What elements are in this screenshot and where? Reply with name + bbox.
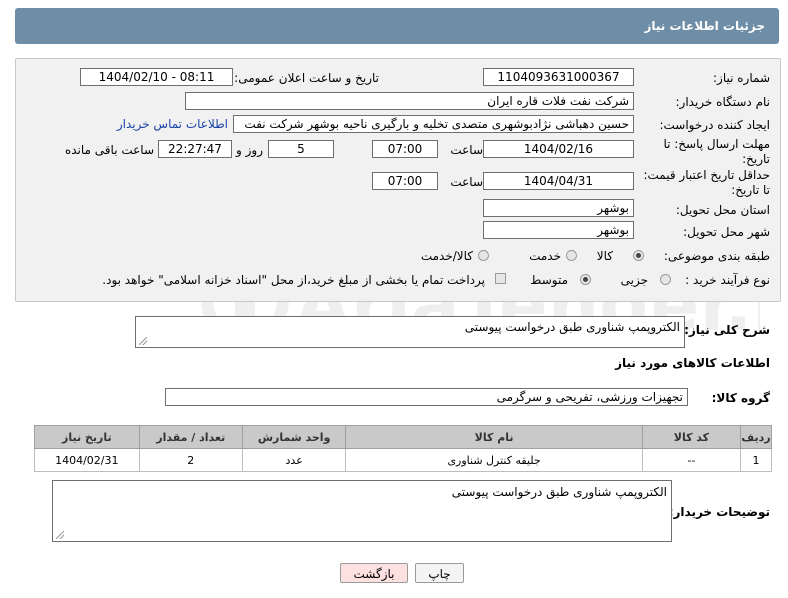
price-validity-time-label: ساعت [450, 175, 483, 189]
col-need-date: تاریخ نیاز [34, 425, 140, 449]
remaining-days-label: روز و [236, 143, 263, 157]
price-validity-time-field: 07:00 [372, 172, 438, 190]
goods-group-field: تجهیزات ورزشی، تفریحی و سرگرمی [165, 388, 688, 406]
remaining-time-label: ساعت باقی مانده [64, 143, 154, 157]
price-validity-label-2: تا تاریخ: [731, 183, 770, 197]
category-label: طبقه بندی موضوعی: [663, 249, 770, 263]
cell-need-date: 1404/02/31 [34, 448, 140, 472]
announce-datetime-field: 1404/02/10 - 08:11 [80, 68, 233, 86]
cell-item-code: -- [641, 448, 742, 472]
resize-grip-icon[interactable] [56, 531, 64, 539]
category-service-label: خدمت [529, 249, 561, 263]
cell-unit: عدد [241, 448, 347, 472]
remaining-days-field: 5 [268, 140, 334, 158]
reply-deadline-label: مهلت ارسال پاسخ: تا [663, 137, 770, 151]
goods-section-title: اطلاعات کالاهای مورد نیاز [615, 356, 770, 370]
cell-item-name: جلیقه کنترل شناوری [345, 448, 643, 472]
process-minor-radio[interactable] [660, 274, 671, 285]
process-medium-label: متوسط [530, 273, 568, 287]
treasury-payment-note: پرداخت تمام یا بخشی از مبلغ خرید،از محل … [102, 273, 485, 287]
cell-row-number: 1 [740, 448, 772, 472]
col-row-number: ردیف [740, 425, 772, 449]
category-goods-label: کالا [596, 249, 613, 263]
buyer-org-label: نام دستگاه خریدار: [675, 95, 771, 109]
goods-table: ردیف کد کالا نام کالا واحد شمارش تعداد /… [34, 425, 772, 472]
treasury-payment-checkbox[interactable] [495, 273, 506, 284]
reply-deadline-time-field: 07:00 [372, 140, 438, 158]
category-goods-radio[interactable] [633, 250, 644, 261]
page-title: جزئیات اطلاعات نیاز [644, 19, 765, 33]
process-minor-label: جزیی [620, 273, 648, 287]
goods-group-label: گروه کالا: [711, 391, 770, 405]
description-textarea[interactable]: الکتروپمپ شناوری طبق درخواست پیوستی [135, 316, 685, 348]
category-goods-service-radio[interactable] [478, 250, 489, 261]
cell-quantity: 2 [138, 448, 243, 472]
print-button[interactable]: چاپ [415, 563, 464, 583]
price-validity-date-field: 1404/04/31 [483, 172, 634, 190]
page-header: جزئیات اطلاعات نیاز [15, 8, 779, 44]
resize-grip-icon[interactable] [139, 337, 147, 345]
col-item-code: کد کالا [641, 425, 742, 449]
col-quantity: تعداد / مقدار [138, 425, 243, 449]
table-row: 1 -- جلیقه کنترل شناوری عدد 2 1404/02/31 [34, 448, 772, 472]
back-button[interactable]: بازگشت [340, 563, 408, 583]
remaining-time-field: 22:27:47 [158, 140, 232, 158]
requester-field: حسین دهباشی نژادبوشهری متصدی تخلیه و بار… [233, 115, 634, 133]
process-type-label: نوع فرآیند خرید : [685, 273, 770, 287]
process-medium-radio[interactable] [580, 274, 591, 285]
reply-deadline-time-label: ساعت [450, 143, 483, 157]
description-text: الکتروپمپ شناوری طبق درخواست پیوستی [464, 320, 680, 334]
buyer-notes-text: الکتروپمپ شناوری طبق درخواست پیوستی [451, 485, 667, 499]
category-service-radio[interactable] [566, 250, 577, 261]
requester-label: ایجاد کننده درخواست: [659, 118, 770, 132]
category-goods-service-label: کالا/خدمت [420, 249, 473, 263]
goods-table-header: ردیف کد کالا نام کالا واحد شمارش تعداد /… [34, 425, 772, 449]
col-unit: واحد شمارش [241, 425, 347, 449]
delivery-city-label: شهر محل تحویل: [683, 225, 770, 239]
need-number-field: 1104093631000367 [483, 68, 634, 86]
delivery-province-field: بوشهر [483, 199, 634, 217]
announce-datetime-label: تاریخ و ساعت اعلان عمومی: [234, 71, 379, 85]
need-number-label: شماره نیاز: [713, 71, 770, 85]
delivery-city-field: بوشهر [483, 221, 634, 239]
buyer-contact-link[interactable]: اطلاعات تماس خریدار [117, 117, 228, 131]
reply-deadline-date-field: 1404/02/16 [483, 140, 634, 158]
reply-deadline-label-2: تاریخ: [742, 152, 770, 166]
buyer-org-field: شرکت نفت فلات قاره ایران [185, 92, 634, 110]
price-validity-label: حداقل تاریخ اعتبار قیمت: [643, 168, 770, 182]
buyer-notes-textarea[interactable]: الکتروپمپ شناوری طبق درخواست پیوستی [52, 480, 672, 542]
delivery-province-label: استان محل تحویل: [675, 203, 770, 217]
description-label: شرح کلی نیاز: [684, 323, 770, 337]
col-item-name: نام کالا [345, 425, 643, 449]
buyer-notes-label: توضیحات خریدار: [668, 505, 770, 519]
